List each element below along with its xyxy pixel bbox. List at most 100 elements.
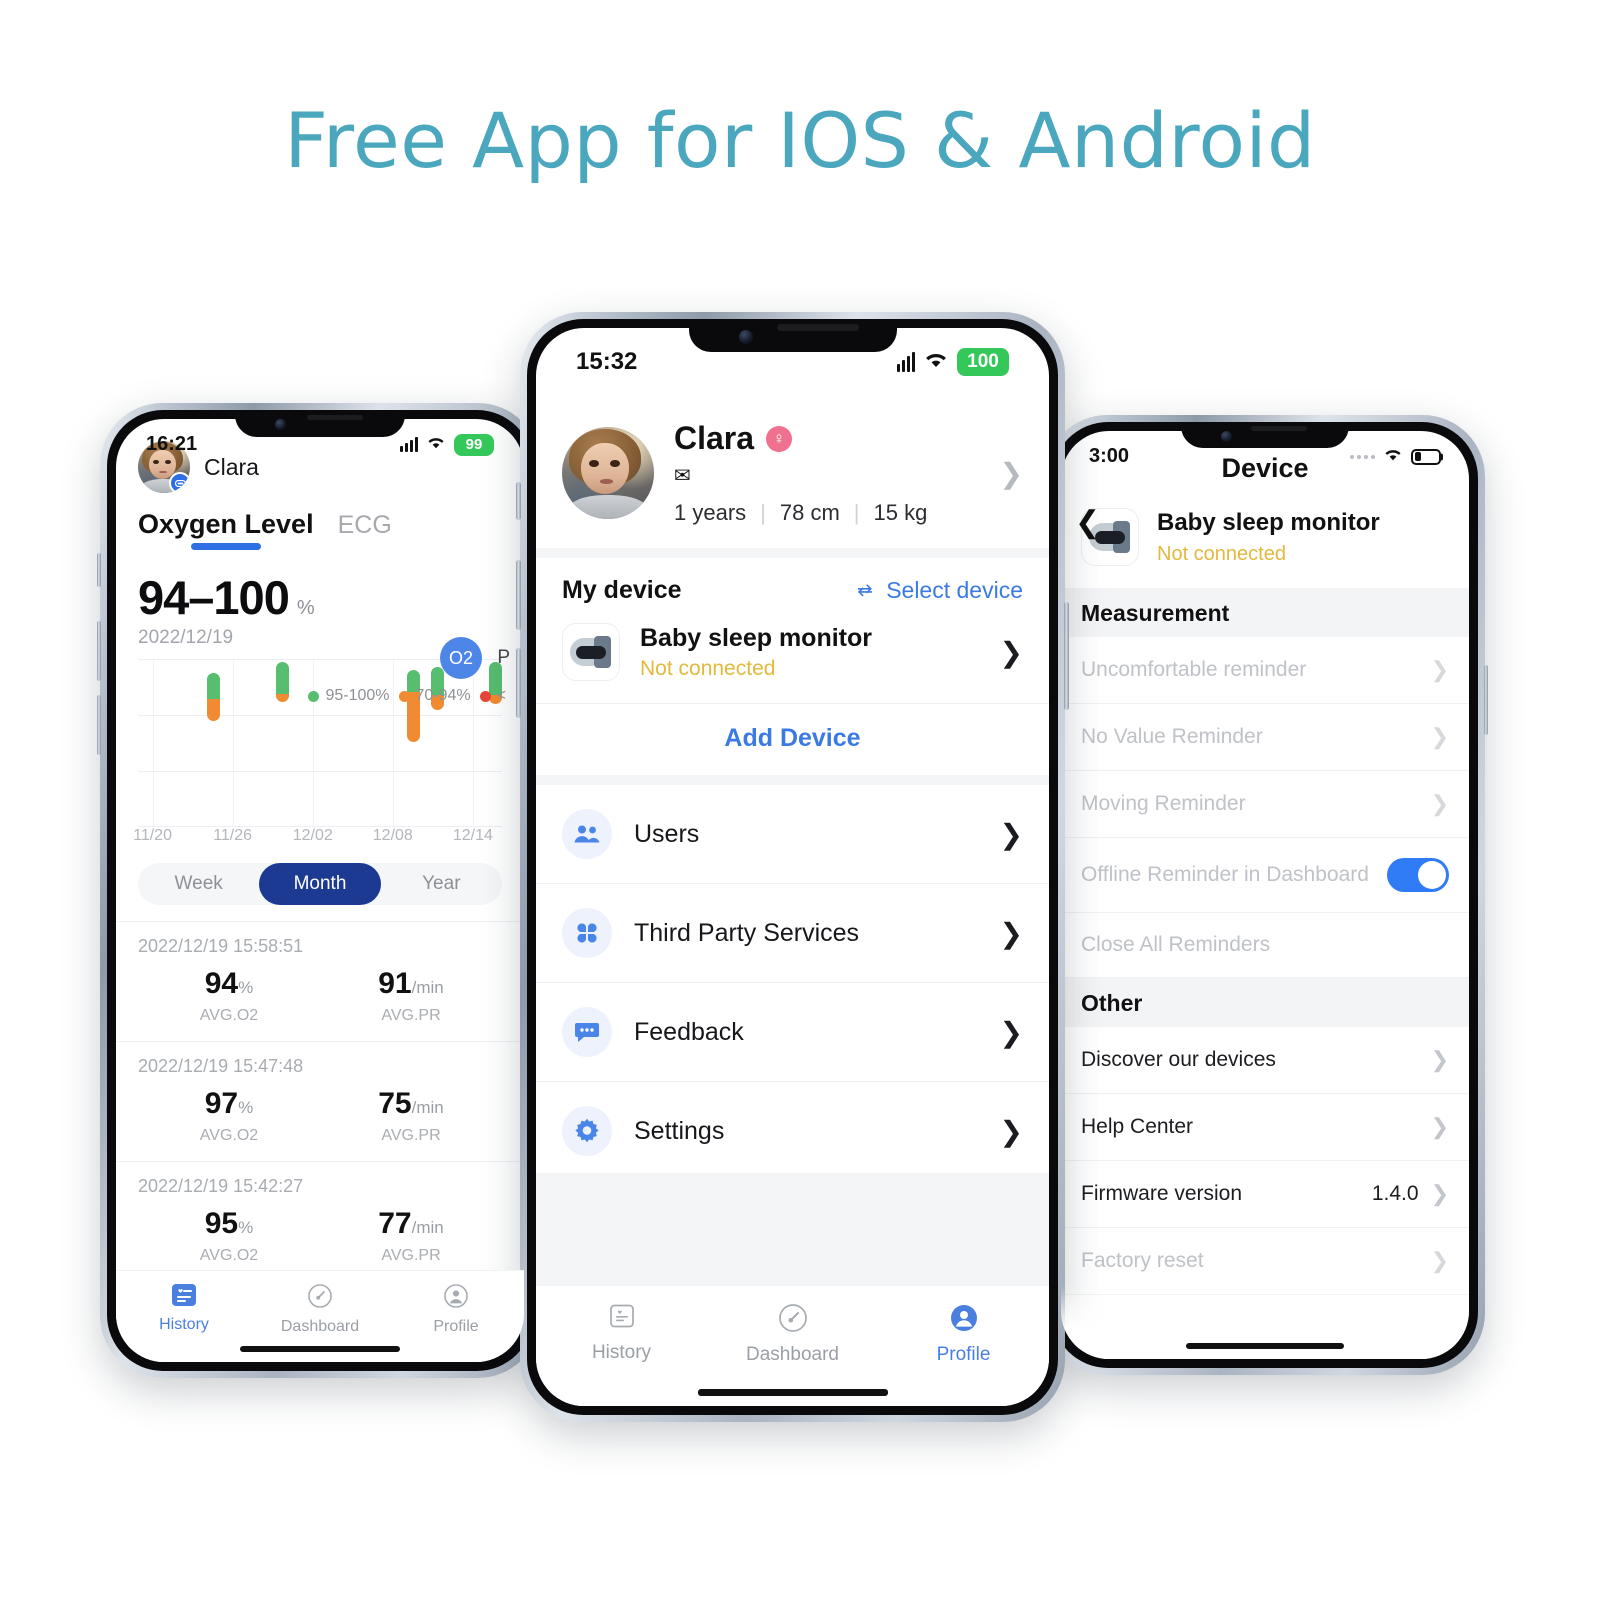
chevron-right-icon: ❯ [1430,1047,1449,1072]
record-o2-value: 95 [204,1207,239,1240]
mute-switch[interactable] [97,553,101,587]
section-title-my-device: My device [562,576,682,604]
record-pr-unit: /min [411,1098,444,1117]
phone-center: 15:32 100 Clara ♀ ✉ 1 years | 78 cm | 15… [516,312,1069,1422]
tab-label: Dashboard [746,1344,839,1365]
menu-item-settings[interactable]: Settings ❯ [536,1082,1049,1181]
volume-down-button[interactable] [516,648,521,718]
row-uncomfortable-reminder[interactable]: Uncomfortable reminder ❯ [1061,637,1469,704]
x-tick-3: 12/08 [372,827,413,844]
chevron-right-icon: ❯ [1430,724,1449,749]
tab-label: Dashboard [280,1318,360,1335]
chevron-right-icon: ❯ [1430,791,1449,816]
range-month[interactable]: Month [259,863,381,905]
tab-history[interactable]: History [116,1283,252,1336]
front-camera-icon [1221,431,1232,442]
row-label: Firmware version [1081,1182,1243,1205]
front-camera-icon [738,330,753,344]
battery-indicator: 99 [454,433,494,456]
row-help-center[interactable]: Help Center ❯ [1061,1094,1469,1161]
profile-card[interactable]: Clara ♀ ✉ 1 years | 78 cm | 15 kg ❯ [536,394,1049,548]
tab-label: History [591,1342,652,1363]
tab-profile[interactable]: Profile [388,1283,524,1336]
range-segmented-control: Week Month Year [138,863,502,905]
row-close-all-reminders[interactable]: Close All Reminders [1061,913,1469,978]
person-circle-icon [444,1284,468,1308]
volume-down-button[interactable] [97,695,101,755]
notch [235,410,405,437]
device-status: Not connected [640,656,776,680]
row-firmware-version[interactable]: Firmware version 1.4.0 ❯ [1061,1161,1469,1228]
metric-o2-badge[interactable]: O2 [440,637,482,679]
person-circle-icon [950,1305,977,1331]
menu-item-label: Settings [634,1116,725,1145]
back-button[interactable]: ❮ [1075,505,1100,540]
home-indicator [240,1346,400,1352]
menu-item-users[interactable]: Users ❯ [536,785,1049,884]
profile-weight: 15 kg [873,500,928,525]
bottom-tab-bar: History Dashboard Profile [536,1285,1049,1406]
menu-item-label: Third Party Services [634,918,860,947]
poster-canvas: Free App for IOS & Android 16:21 99 Clar… [0,0,1600,1600]
avatar [562,427,654,519]
chart-bar [276,662,290,702]
select-device-button[interactable]: Select device [854,577,1023,604]
record-row[interactable]: 2022/12/19 15:42:27 95% AVG.O2 77/min AV… [116,1161,524,1281]
add-device-button[interactable]: Add Device [536,704,1049,785]
row-offline-reminder-dashboard[interactable]: Offline Reminder in Dashboard [1061,838,1469,913]
envelope-icon[interactable]: ✉ [674,463,980,488]
menu-item-feedback[interactable]: Feedback ❯ [536,983,1049,1082]
record-o2-caption: AVG.O2 [199,1247,259,1264]
chart-legend: 95-100% 70-94% < [308,687,506,705]
metric-pr-label[interactable]: P [497,647,510,669]
volume-up-button[interactable] [516,560,521,630]
range-week[interactable]: Week [138,863,259,905]
row-discover-our-devices[interactable]: Discover our devices ❯ [1061,1027,1469,1094]
history-card-icon [172,1284,196,1306]
volume-up-button[interactable] [97,621,101,681]
reading-summary: 94–100 % [138,570,502,625]
chevron-right-icon: ❯ [999,818,1023,850]
tab-dashboard[interactable]: Dashboard [252,1283,388,1336]
tab-dashboard[interactable]: Dashboard [707,1302,878,1366]
row-factory-reset[interactable]: Factory reset ❯ [1061,1228,1469,1295]
chevron-right-icon: ❯ [1430,1114,1449,1139]
record-row[interactable]: 2022/12/19 15:58:51 94% AVG.O2 91/min AV… [116,921,524,1041]
cellular-signal-icon [400,437,418,452]
range-year[interactable]: Year [381,863,502,905]
record-timestamp: 2022/12/19 15:58:51 [138,936,304,956]
record-pr-unit: /min [411,978,444,997]
chevron-right-icon: ❯ [999,1115,1023,1147]
chevron-right-icon: ❯ [1430,1181,1449,1206]
tab-profile[interactable]: Profile [878,1302,1049,1366]
phone-right: 3:00 ❮ Device Baby sleep monitor Not con… [1045,415,1488,1375]
tab-history[interactable]: History [536,1302,707,1366]
record-row[interactable]: 2022/12/19 15:47:48 97% AVG.O2 75/min AV… [116,1041,524,1161]
battery-indicator: 100 [957,348,1009,376]
mute-switch[interactable] [516,482,521,520]
row-label: Close All Reminders [1081,933,1271,956]
firmware-version-value: 1.4.0 [1371,1182,1419,1205]
row-label: Help Center [1081,1115,1194,1138]
cellular-signal-icon [897,352,915,372]
row-no-value-reminder[interactable]: No Value Reminder ❯ [1061,704,1469,771]
device-row[interactable]: Baby sleep monitor Not connected ❯ [536,611,1049,704]
device-name: Baby sleep monitor [1157,508,1380,536]
offline-reminder-toggle[interactable] [1387,858,1449,892]
power-button[interactable] [1484,665,1488,735]
row-label: Uncomfortable reminder [1081,658,1307,681]
reading-value: 94–100 [138,571,290,624]
tab-ecg[interactable]: ECG [338,511,392,540]
empty-area [536,1173,1049,1288]
power-button[interactable] [1064,602,1069,710]
record-pr-value: 75 [378,1087,412,1120]
chevron-right-icon: ❯ [999,636,1023,668]
user-name: Clara [204,453,259,480]
menu-item-label: Users [634,819,700,848]
menu-item-third-party-services[interactable]: Third Party Services ❯ [536,884,1049,983]
tab-oxygen-level[interactable]: Oxygen Level [138,509,314,550]
section-header-measurement: Measurement [1061,588,1469,637]
row-moving-reminder[interactable]: Moving Reminder ❯ [1061,771,1469,838]
reading-unit: % [296,597,315,619]
chart-bar [407,670,421,742]
